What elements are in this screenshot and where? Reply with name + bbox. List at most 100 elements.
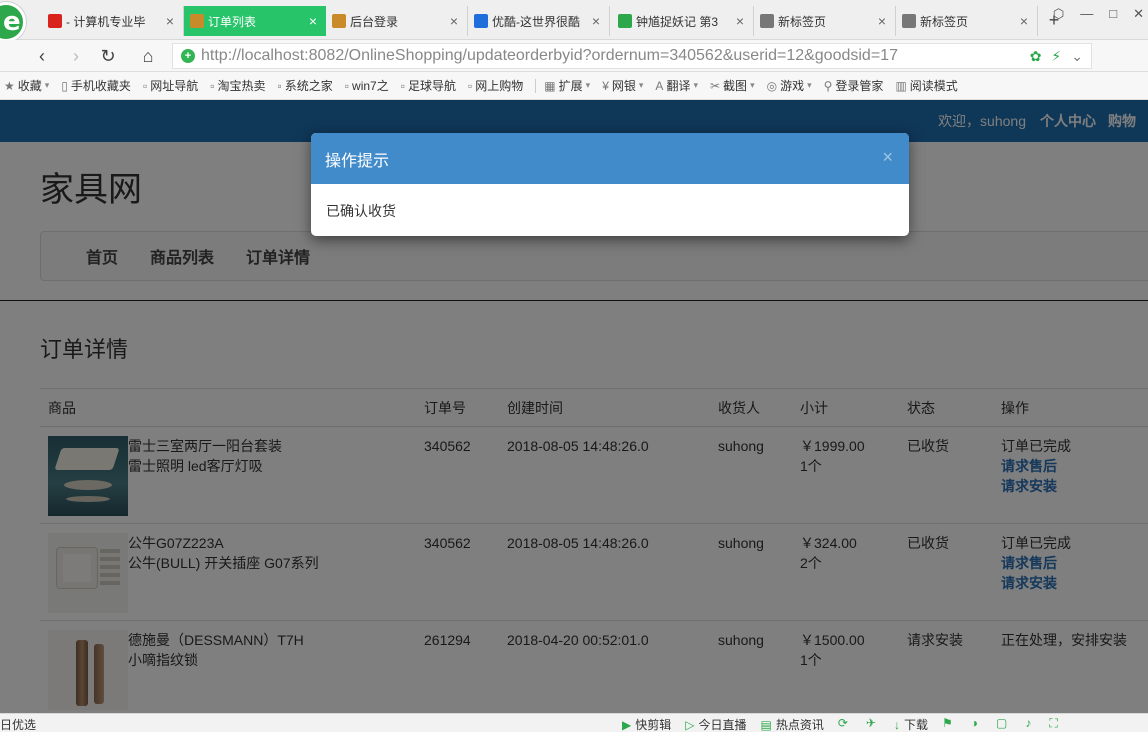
- tab-favicon-icon: [474, 14, 488, 28]
- address-bar[interactable]: + http://localhost:8082/OnlineShopping/u…: [172, 43, 1092, 69]
- tab-close-icon[interactable]: ×: [306, 13, 320, 29]
- plane-icon: ✈: [865, 716, 876, 730]
- browser-tab[interactable]: - 计算机专业毕 ×: [42, 6, 184, 36]
- translate-icon: A: [655, 78, 664, 93]
- browser-tab[interactable]: 钟馗捉妖记 第3 ×: [612, 6, 754, 36]
- tab-label: 新标签页: [778, 14, 827, 29]
- live-icon: ▷: [685, 718, 695, 732]
- chevron-down-icon[interactable]: ▾: [586, 80, 591, 91]
- tab-close-icon[interactable]: ×: [1017, 13, 1031, 29]
- tab-close-icon[interactable]: ×: [447, 13, 461, 29]
- bookmark-item[interactable]: ¥ 网银 ▾: [602, 77, 643, 94]
- bookmark-item[interactable]: ✂ 截图 ▾: [710, 77, 755, 94]
- chevron-down-icon[interactable]: ▾: [693, 80, 698, 91]
- bookmark-item[interactable]: ▥ 阅读模式: [895, 77, 957, 94]
- url-text[interactable]: http://localhost:8082/OnlineShopping/upd…: [201, 47, 1030, 65]
- bookmark-label: 扩展: [558, 79, 583, 93]
- tab-label: 新标签页: [920, 14, 969, 29]
- status-item-label: 热点资讯: [775, 718, 824, 732]
- lightning-icon[interactable]: ⚡: [1051, 48, 1061, 65]
- phone-icon: ▯: [61, 78, 68, 93]
- status-item[interactable]: ▢: [996, 716, 1011, 732]
- chevron-down-icon[interactable]: ▾: [45, 80, 50, 91]
- status-item-label: 快剪辑: [635, 718, 672, 732]
- browser-logo-icon[interactable]: [0, 2, 26, 42]
- bookmark-item[interactable]: ◎ 游戏 ▾: [767, 77, 812, 94]
- dialog-message: 已确认收货: [326, 203, 396, 219]
- status-item[interactable]: ◑: [971, 716, 982, 732]
- status-item[interactable]: ⟳: [838, 716, 852, 732]
- status-item[interactable]: ♪: [1025, 716, 1035, 732]
- bookmark-label: 阅读模式: [909, 79, 958, 93]
- bookmark-item[interactable]: ★ 收藏 ▾: [4, 77, 49, 94]
- ext-flower-icon[interactable]: ✿: [1030, 48, 1042, 65]
- tab-label: 优酷-这世界很酷: [492, 14, 580, 29]
- bookmark-label: 足球导航: [408, 79, 457, 93]
- bookmark-label: 系统之家: [284, 79, 333, 93]
- home-button[interactable]: ⌂: [136, 44, 160, 68]
- download-icon: ↓: [893, 718, 900, 732]
- tab-favicon-icon: [190, 14, 204, 28]
- page-icon: ▫: [277, 78, 282, 93]
- bookmark-label: 淘宝热卖: [217, 79, 266, 93]
- close-window-button[interactable]: ✕: [1133, 6, 1144, 22]
- tab-favicon-icon: [48, 14, 62, 28]
- dropdown-chevron-icon[interactable]: ⌄: [1071, 48, 1083, 65]
- refresh-button[interactable]: ↻: [96, 44, 120, 68]
- close-icon[interactable]: ×: [882, 147, 893, 168]
- bookmark-label: 登录管家: [835, 79, 884, 93]
- browser-tab[interactable]: 优酷-这世界很酷 ×: [468, 6, 610, 36]
- status-item[interactable]: ▶ 快剪辑: [622, 716, 671, 732]
- dialog-body: 已确认收货: [311, 184, 909, 236]
- status-left-text[interactable]: -日优选: [0, 716, 36, 732]
- browser-tab[interactable]: 新标签页 ×: [896, 6, 1038, 36]
- bookmark-item[interactable]: ▫ 足球导航: [401, 77, 456, 94]
- browser-tab[interactable]: 订单列表 ×: [184, 6, 326, 36]
- skin-icon[interactable]: ⬡: [1053, 6, 1064, 22]
- bookmark-item[interactable]: ▫ 系统之家: [278, 77, 333, 94]
- bookmark-item[interactable]: ▦ 扩展 ▾: [544, 77, 590, 94]
- tab-label: - 计算机专业毕: [66, 14, 146, 29]
- flag-icon: ⚑: [942, 716, 953, 730]
- status-item-label: 下载: [903, 718, 928, 732]
- tab-close-icon[interactable]: ×: [163, 13, 177, 29]
- bookmark-item[interactable]: ▫ 淘宝热卖: [210, 77, 265, 94]
- browser-icon: ◑: [970, 716, 979, 730]
- tab-favicon-icon: [902, 14, 916, 28]
- chevron-down-icon[interactable]: ▾: [750, 80, 755, 91]
- page-icon: ▫: [400, 78, 405, 93]
- bookmark-item[interactable]: ▫ 网址导航: [143, 77, 198, 94]
- page-icon: ▫: [210, 78, 215, 93]
- status-item[interactable]: ⚑: [942, 716, 957, 732]
- browser-tabbar: - 计算机专业毕×订单列表×后台登录×优酷-这世界很酷×钟馗捉妖记 第3×新标签…: [0, 0, 1148, 42]
- dialog-title: 操作提示: [325, 152, 390, 170]
- bank-icon: ¥: [602, 78, 609, 93]
- status-item[interactable]: ▤ 热点资讯: [761, 716, 824, 732]
- browser-tab[interactable]: 新标签页 ×: [754, 6, 896, 36]
- bookmark-label: 翻译: [666, 79, 691, 93]
- forward-button[interactable]: ›: [64, 44, 88, 68]
- tab-favicon-icon: [332, 14, 346, 28]
- tab-close-icon[interactable]: ×: [733, 13, 747, 29]
- bookmark-item[interactable]: ▯ 手机收藏夹: [61, 77, 131, 94]
- browser-tab[interactable]: 后台登录 ×: [326, 6, 468, 36]
- chevron-down-icon[interactable]: ▾: [807, 80, 812, 91]
- status-item[interactable]: ▷ 今日直播: [685, 716, 746, 732]
- tab-close-icon[interactable]: ×: [589, 13, 603, 29]
- chevron-down-icon[interactable]: ▾: [639, 80, 644, 91]
- bookmark-item[interactable]: ▫ win7之: [345, 77, 389, 94]
- security-shield-icon: +: [181, 49, 195, 63]
- tab-close-icon[interactable]: ×: [875, 13, 889, 29]
- bookmark-item[interactable]: A 翻译 ▾: [655, 77, 698, 94]
- bookmark-item[interactable]: ⚲ 登录管家: [824, 77, 884, 94]
- bookmark-item[interactable]: ▫ 网上购物: [468, 77, 523, 94]
- status-item[interactable]: ✈: [866, 716, 880, 732]
- status-item[interactable]: ⛶: [1049, 716, 1061, 732]
- tab-label: 后台登录: [350, 14, 399, 29]
- maximize-button[interactable]: □: [1109, 6, 1117, 22]
- star-icon: ★: [4, 78, 15, 93]
- status-item[interactable]: ↓ 下载: [894, 716, 928, 732]
- back-button[interactable]: ‹: [30, 44, 54, 68]
- minimize-button[interactable]: —: [1080, 6, 1093, 22]
- bookmark-label: 游戏: [780, 79, 805, 93]
